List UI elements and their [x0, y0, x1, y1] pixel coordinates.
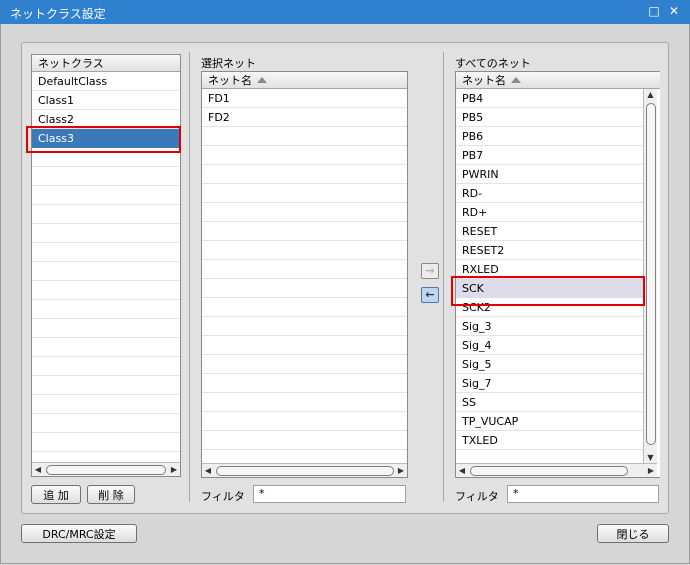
list-item[interactable]: PB6 — [456, 127, 645, 146]
add-net-button[interactable]: → — [421, 263, 439, 279]
list-item[interactable]: RD+ — [456, 203, 645, 222]
filter-input-middle[interactable]: * — [253, 485, 406, 503]
list-item[interactable]: DefaultClass — [32, 72, 180, 91]
netclass-hscrollbar[interactable]: ◀ ▶ — [32, 462, 180, 476]
close-icon[interactable]: ✕ — [668, 5, 680, 17]
vscroll-thumb[interactable] — [646, 103, 656, 445]
window-title: ネットクラス設定 — [10, 7, 106, 21]
selected-nets-label: 選択ネット — [201, 57, 256, 70]
list-item[interactable]: PB7 — [456, 146, 645, 165]
separator-left — [189, 52, 190, 502]
list-item[interactable]: Class1 — [32, 91, 180, 110]
arrow-left-icon: ← — [425, 288, 435, 301]
net-name-header-label: ネット名 — [208, 74, 252, 87]
scroll-left-icon[interactable]: ◀ — [202, 464, 214, 477]
selected-nets-hscrollbar[interactable]: ◀ ▶ — [202, 463, 407, 477]
scroll-right-icon[interactable]: ▶ — [395, 464, 407, 477]
list-item[interactable]: PWRIN — [456, 165, 645, 184]
filter-label-right: フィルタ — [455, 490, 499, 503]
all-nets-column-header[interactable]: ネット名 — [456, 72, 660, 89]
scroll-up-icon[interactable]: ▲ — [644, 89, 657, 101]
list-item[interactable]: Sig_3 — [456, 317, 645, 336]
filter-input-right[interactable]: * — [507, 485, 659, 503]
netclass-rows: DefaultClass Class1 Class2 Class3 — [32, 72, 180, 476]
net-name-header-label: ネット名 — [462, 74, 506, 87]
netclass-list[interactable]: ネットクラス DefaultClass Class1 Class2 Class3 ◀ … — [31, 54, 181, 477]
list-item[interactable]: Sig_4 — [456, 336, 645, 355]
netclass-header-label: ネットクラス — [38, 57, 104, 70]
close-button[interactable]: 閉じる — [597, 524, 669, 543]
list-item[interactable]: RESET2 — [456, 241, 645, 260]
list-item[interactable]: SCK2 — [456, 298, 645, 317]
all-nets-hscrollbar[interactable]: ◀ ▶ — [456, 463, 657, 477]
scroll-right-icon[interactable]: ▶ — [645, 464, 657, 477]
list-item[interactable]: RXLED — [456, 260, 645, 279]
separator-right — [443, 52, 444, 502]
list-item[interactable]: Sig_5 — [456, 355, 645, 374]
all-nets-vscrollbar[interactable]: ▲ ▼ — [643, 89, 657, 464]
all-nets-label: すべてのネット — [455, 57, 531, 70]
filter-label-middle: フィルタ — [201, 490, 245, 503]
list-item[interactable]: TXLED — [456, 431, 645, 450]
list-item[interactable]: Sig_7 — [456, 374, 645, 393]
add-button[interactable]: 追 加 — [31, 485, 81, 504]
scroll-left-icon[interactable]: ◀ — [32, 463, 44, 476]
hscroll-thumb[interactable] — [46, 465, 166, 475]
scroll-right-icon[interactable]: ▶ — [168, 463, 180, 476]
delete-button[interactable]: 削 除 — [87, 485, 135, 504]
list-item[interactable]: TP_VUCAP — [456, 412, 645, 431]
sort-ascending-icon — [511, 77, 521, 83]
sort-ascending-icon — [257, 77, 267, 83]
all-nets-list[interactable]: ネット名 PB4 PB5 PB6 PB7 PWRIN RD- RD+ RESET RESET2 R… — [455, 71, 660, 478]
all-nets-rows: PB4 PB5 PB6 PB7 PWRIN RD- RD+ RESET RESET2 RXLED S… — [456, 89, 645, 477]
drc-mrc-settings-button[interactable]: DRC/MRC設定 — [21, 524, 137, 543]
list-item[interactable]: PB5 — [456, 108, 645, 127]
hscroll-thumb[interactable] — [470, 466, 628, 476]
list-item[interactable]: Class3 — [32, 129, 180, 148]
remove-net-button[interactable]: ← — [421, 287, 439, 303]
hscroll-thumb[interactable] — [216, 466, 394, 476]
list-item[interactable]: PB4 — [456, 89, 645, 108]
list-item[interactable]: SS — [456, 393, 645, 412]
list-item[interactable]: Class2 — [32, 110, 180, 129]
title-bar: ネットクラス設定 □ ✕ — [0, 0, 690, 24]
selected-nets-rows: FD1 FD2 — [202, 89, 407, 477]
list-item[interactable]: FD1 — [202, 89, 407, 108]
arrow-right-icon: → — [425, 264, 435, 277]
selected-nets-column-header[interactable]: ネット名 — [202, 72, 407, 89]
list-item[interactable]: SCK — [456, 279, 645, 298]
list-item[interactable]: RESET — [456, 222, 645, 241]
scroll-left-icon[interactable]: ◀ — [456, 464, 468, 477]
list-item[interactable]: FD2 — [202, 108, 407, 127]
maximize-icon[interactable]: □ — [648, 5, 660, 17]
list-item[interactable]: RD- — [456, 184, 645, 203]
netclass-column-header[interactable]: ネットクラス — [32, 55, 180, 72]
selected-nets-list[interactable]: ネット名 FD1 FD2 ◀ ▶ — [201, 71, 408, 478]
